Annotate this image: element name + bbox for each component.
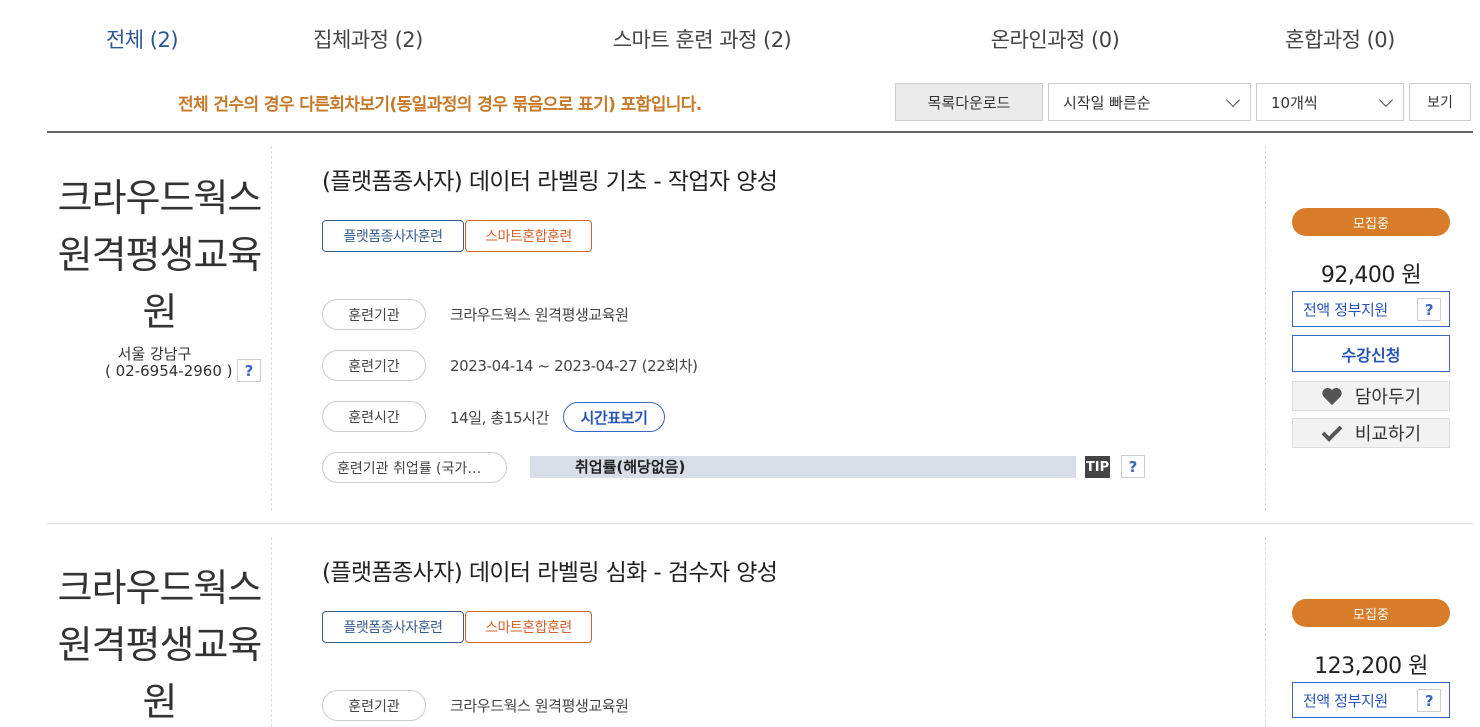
card-divider [1265, 537, 1266, 727]
page-size-select[interactable]: 10개씩 [1256, 83, 1404, 121]
status-badge: 모집중 [1292, 208, 1450, 236]
gov-support-button[interactable]: 전액 정부지원 ? [1292, 682, 1450, 718]
org-name[interactable]: 크라우드웍스 원격평생교육원 [47, 170, 272, 341]
course-type-tabs: 전체 (2) 집체과정 (2) 스마트 훈련 과정 (2) 온라인과정 (0) … [0, 0, 1480, 76]
tip-badge[interactable]: TIP [1085, 456, 1110, 478]
card-separator [47, 523, 1473, 524]
badge-smart-blended: 스마트혼합훈련 [465, 611, 592, 643]
time-label: 훈련시간 [322, 401, 426, 432]
gov-support-label: 전액 정부지원 [1303, 691, 1388, 710]
employment-bar: 취업률(해당없음) [530, 456, 1076, 478]
institution-label: 훈련기관 [322, 299, 426, 330]
page-size-value: 10개씩 [1271, 93, 1318, 112]
org-region: 서울 강남구 [117, 345, 192, 363]
heart-icon [1322, 387, 1342, 405]
check-icon [1321, 425, 1343, 442]
course-price: 123,200 원 [1314, 654, 1428, 679]
tab-blended-course[interactable]: 혼합과정 (0) [1285, 24, 1395, 54]
status-badge: 모집중 [1292, 599, 1450, 627]
period-label: 훈련기간 [322, 350, 426, 381]
help-icon[interactable]: ? [237, 359, 261, 382]
tab-smart-training[interactable]: 스마트 훈련 과정 (2) [613, 24, 792, 54]
tab-group-course[interactable]: 집체과정 (2) [313, 24, 423, 54]
help-icon[interactable]: ? [1417, 298, 1441, 321]
view-button[interactable]: 보기 [1409, 83, 1471, 121]
course-title[interactable]: (플랫폼종사자) 데이터 라벨링 심화 - 검수자 양성 [322, 553, 778, 587]
timetable-button[interactable]: 시간표보기 [563, 402, 665, 432]
list-download-button[interactable]: 목록다운로드 [895, 83, 1043, 121]
gov-support-label: 전액 정부지원 [1303, 300, 1388, 319]
compare-button[interactable]: 비교하기 [1292, 418, 1450, 448]
badge-smart-blended: 스마트혼합훈련 [465, 220, 592, 252]
compare-label: 비교하기 [1354, 424, 1422, 445]
card-divider [1265, 146, 1266, 511]
course-title[interactable]: (플랫폼종사자) 데이터 라벨링 기초 - 작업자 양성 [322, 162, 778, 196]
save-label: 담아두기 [1354, 387, 1422, 408]
sort-select[interactable]: 시작일 빠른순 [1048, 83, 1251, 121]
time-value: 14일, 총15시간 [450, 409, 549, 427]
badge-platform-worker: 플랫폼종사자훈련 [322, 611, 464, 643]
employment-label: 훈련기관 취업률 (국가… [322, 452, 507, 483]
sort-select-value: 시작일 빠른순 [1063, 93, 1151, 112]
help-icon[interactable]: ? [1121, 455, 1145, 478]
help-icon[interactable]: ? [1417, 689, 1441, 712]
course-card: 크라우드웍스 원격평생교육원 (플랫폼종사자) 데이터 라벨링 심화 - 검수자… [47, 523, 1473, 727]
org-name[interactable]: 크라우드웍스 원격평생교육원 [47, 560, 272, 727]
save-button[interactable]: 담아두기 [1292, 381, 1450, 411]
org-phone: ( 02-6954-2960 ) [105, 362, 233, 380]
gov-support-button[interactable]: 전액 정부지원 ? [1292, 291, 1450, 327]
employment-value: 취업률(해당없음) [575, 458, 686, 476]
institution-label: 훈련기관 [322, 690, 426, 721]
course-card: 크라우드웍스 원격평생교육원 서울 강남구 ( 02-6954-2960 ) ?… [47, 133, 1473, 523]
course-price: 92,400 원 [1320, 263, 1422, 288]
period-value: 2023-04-14 ~ 2023-04-27 (22회차) [450, 357, 698, 375]
badge-platform-worker: 플랫폼종사자훈련 [322, 220, 464, 252]
apply-button[interactable]: 수강신청 [1292, 335, 1450, 372]
tab-online-course[interactable]: 온라인과정 (0) [991, 24, 1120, 54]
chevron-down-icon [1225, 92, 1241, 108]
tab-all[interactable]: 전체 (2) [106, 24, 179, 54]
institution-value: 크라우드웍스 원격평생교육원 [450, 306, 629, 324]
chevron-down-icon [1378, 92, 1394, 108]
institution-value: 크라우드웍스 원격평생교육원 [450, 697, 629, 715]
count-notice: 전체 건수의 경우 다른회차보기(동일과정의 경우 묶음으로 표기) 포함입니다… [178, 95, 702, 115]
